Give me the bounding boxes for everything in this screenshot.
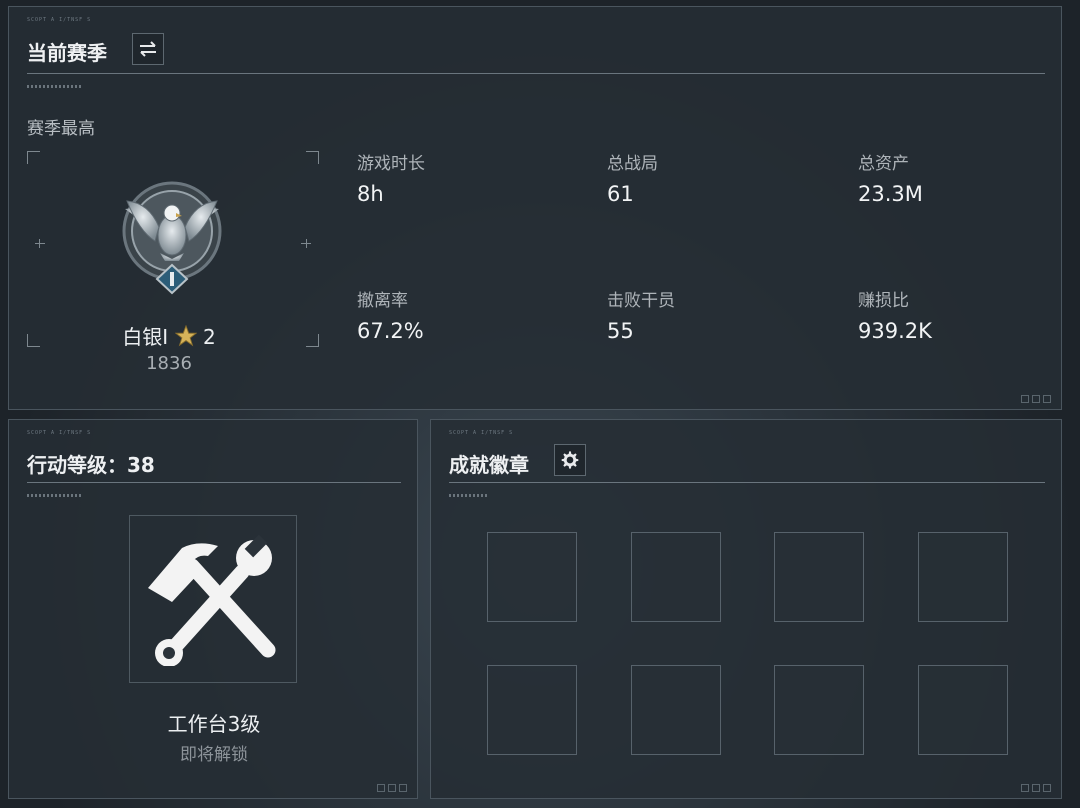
stat-label: 总资产 <box>858 154 909 174</box>
stat-label: 赚损比 <box>858 291 909 311</box>
unlock-name: 工作台3级 <box>167 712 261 736</box>
gear-icon <box>561 451 579 469</box>
season-panel: SCOPT A I/TNSF S 当前赛季 赛季最高 白银I 2 1836 游戏… <box>8 6 1062 410</box>
badge-settings-button[interactable] <box>554 444 586 476</box>
stat-operators-defeated: 击败干员 55 <box>607 286 675 343</box>
action-level-panel: SCOPT A I/TNSF S 行动等级：38 工作台3级 即将解锁 <box>8 419 418 799</box>
stat-label: 游戏时长 <box>357 154 425 174</box>
panel-code-label: SCOPT A I/TNSF S <box>449 430 514 436</box>
decor-bar <box>27 494 81 497</box>
badge-slot[interactable] <box>918 532 1008 622</box>
title-divider <box>27 482 401 483</box>
season-title: 当前赛季 <box>27 41 107 65</box>
badge-slot[interactable] <box>631 665 721 755</box>
stat-value: 67.2% <box>357 319 424 343</box>
switch-season-button[interactable] <box>132 33 164 65</box>
stat-value: 8h <box>357 182 384 206</box>
achievement-badges-panel: SCOPT A I/TNSF S 成就徽章 <box>430 419 1062 799</box>
stat-label: 总战局 <box>607 154 658 174</box>
rank-name: 白银I <box>122 325 169 349</box>
decor-squares <box>1021 395 1051 403</box>
badges-title: 成就徽章 <box>449 453 529 477</box>
workbench-unlock-card[interactable] <box>129 515 297 683</box>
badge-slot[interactable] <box>487 665 577 755</box>
panel-code-label: SCOPT A I/TNSF S <box>27 430 92 436</box>
decor-squares <box>377 784 407 792</box>
stat-value: 23.3M <box>858 182 923 206</box>
stat-value: 939.2K <box>858 319 932 343</box>
badge-slot[interactable] <box>774 665 864 755</box>
decor-bar <box>449 494 489 497</box>
stat-total-assets: 总资产 23.3M <box>858 149 923 206</box>
panel-code-label: SCOPT A I/TNSF S <box>27 17 92 23</box>
action-level-title: 行动等级：38 <box>27 453 155 477</box>
swap-arrows-icon <box>140 41 156 57</box>
rank-score: 1836 <box>146 353 192 374</box>
stat-play-time: 游戏时长 8h <box>357 149 425 206</box>
silver-eagle-emblem-icon <box>122 181 222 295</box>
gold-star-icon <box>174 324 198 347</box>
badge-slot[interactable] <box>918 665 1008 755</box>
decor-squares <box>1021 784 1051 792</box>
stat-label: 击败干员 <box>607 291 675 311</box>
badge-slot[interactable] <box>487 532 577 622</box>
decor-bar <box>27 85 83 88</box>
unlock-status: 即将解锁 <box>180 745 248 765</box>
hammer-wrench-icon <box>148 534 276 666</box>
rank-name-row: 白银I 2 <box>9 321 329 350</box>
stat-value: 61 <box>607 182 634 206</box>
badge-slot[interactable] <box>774 532 864 622</box>
stat-total-matches: 总战局 61 <box>607 149 658 206</box>
stat-extraction-rate: 撤离率 67.2% <box>357 286 424 343</box>
stat-label: 撤离率 <box>357 291 408 311</box>
stat-value: 55 <box>607 319 634 343</box>
season-best-label: 赛季最高 <box>27 119 95 139</box>
stat-profit-loss-ratio: 赚损比 939.2K <box>858 286 932 343</box>
badge-slot[interactable] <box>631 532 721 622</box>
rank-stars: 2 <box>202 325 216 349</box>
title-divider <box>27 73 1045 74</box>
title-divider <box>449 482 1045 483</box>
